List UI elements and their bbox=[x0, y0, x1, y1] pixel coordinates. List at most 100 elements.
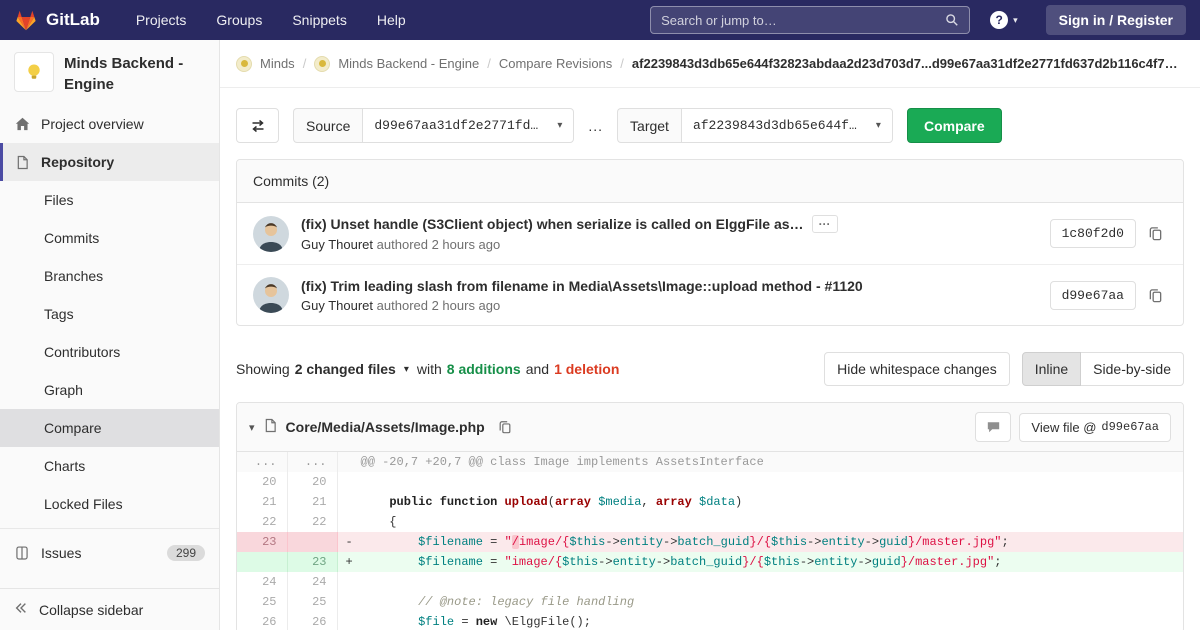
toggle-comments-button[interactable] bbox=[975, 412, 1012, 442]
breadcrumb-group[interactable]: Minds bbox=[260, 56, 295, 71]
sidebar-item-contributors[interactable]: Contributors bbox=[0, 333, 219, 371]
copy-sha-button[interactable] bbox=[1144, 222, 1167, 245]
nav-groups[interactable]: Groups bbox=[202, 6, 276, 34]
chevron-down-icon[interactable]: ▾ bbox=[404, 364, 409, 375]
changed-files-dropdown[interactable]: 2 changed files bbox=[295, 361, 396, 377]
nav-help[interactable]: Help bbox=[363, 6, 420, 34]
sidebar-item-issues[interactable]: Issues 299 bbox=[0, 534, 219, 572]
side-by-side-view-button[interactable]: Side-by-side bbox=[1080, 352, 1184, 386]
commits-panel-header: Commits (2) bbox=[237, 160, 1183, 203]
diff-sign: - bbox=[345, 535, 353, 549]
collapse-label: Collapse sidebar bbox=[39, 601, 144, 618]
old-line-number[interactable]: 23 bbox=[237, 532, 288, 552]
line-content bbox=[337, 472, 1183, 492]
collapse-sidebar-button[interactable]: Collapse sidebar bbox=[0, 588, 219, 630]
old-line-number[interactable]: 26 bbox=[237, 612, 288, 630]
old-line-number[interactable]: 24 bbox=[237, 572, 288, 592]
copy-file-path-button[interactable] bbox=[494, 416, 516, 438]
commits-panel: Commits (2) (fix) Unset handle (S3Client… bbox=[236, 159, 1184, 326]
diff-line: 20 20 bbox=[237, 472, 1183, 492]
project-context[interactable]: Minds Backend - Engine bbox=[0, 40, 219, 105]
search-icon bbox=[946, 14, 958, 26]
brand-text: GitLab bbox=[46, 10, 100, 29]
copy-sha-button[interactable] bbox=[1144, 284, 1167, 307]
commit-sha[interactable]: 1c80f2d0 bbox=[1049, 219, 1136, 248]
new-line-number[interactable]: 25 bbox=[287, 592, 338, 612]
range-separator: ... bbox=[588, 117, 604, 134]
compare-button[interactable]: Compare bbox=[906, 108, 1002, 143]
swap-revisions-button[interactable] bbox=[236, 108, 279, 143]
old-line-number[interactable] bbox=[237, 552, 288, 572]
new-line-number[interactable]: 23 bbox=[287, 552, 338, 572]
nav-snippets[interactable]: Snippets bbox=[278, 6, 360, 34]
old-line-number[interactable]: 25 bbox=[237, 592, 288, 612]
target-revision-dropdown[interactable]: af2239843d3db65e644f… ▾ bbox=[680, 108, 893, 143]
help-dropdown[interactable]: ? ▾ bbox=[990, 11, 1018, 29]
commit-row: (fix) Trim leading slash from filename i… bbox=[237, 264, 1183, 325]
sidebar-item-locked-files[interactable]: Locked Files bbox=[0, 485, 219, 523]
new-line-number[interactable]: 22 bbox=[287, 512, 338, 532]
view-file-label: View file @ bbox=[1031, 419, 1097, 435]
project-title: Minds Backend - Engine bbox=[64, 55, 184, 93]
search-input[interactable] bbox=[661, 12, 946, 28]
sidebar-item-compare[interactable]: Compare bbox=[0, 409, 219, 447]
old-line-number[interactable]: ... bbox=[237, 452, 288, 472]
sidebar-item-project-overview[interactable]: Project overview bbox=[0, 105, 219, 143]
view-file-button[interactable]: View file @ d99e67aa bbox=[1019, 412, 1171, 442]
sidebar-item-files[interactable]: Files bbox=[0, 181, 219, 219]
author-avatar[interactable] bbox=[253, 277, 289, 313]
commit-title[interactable]: (fix) Unset handle (S3Client object) whe… bbox=[301, 216, 804, 232]
line-content: { bbox=[337, 512, 1183, 532]
sidebar-item-charts[interactable]: Charts bbox=[0, 447, 219, 485]
diff-table-body: ...... @@ -20,7 +20,7 @@ class Image imp… bbox=[237, 452, 1183, 630]
gitlab-tanuki-icon bbox=[16, 10, 36, 30]
old-line-number[interactable]: 22 bbox=[237, 512, 288, 532]
swap-icon bbox=[251, 119, 264, 132]
new-line-number[interactable]: ... bbox=[287, 452, 338, 472]
source-revision-dropdown[interactable]: d99e67aa31df2e2771fd… ▾ bbox=[362, 108, 575, 143]
diff-line: 21 21 public function upload(array $media… bbox=[237, 492, 1183, 512]
inline-view-button[interactable]: Inline bbox=[1021, 352, 1082, 386]
question-circle-icon: ? bbox=[990, 11, 1009, 29]
old-line-number[interactable]: 20 bbox=[237, 472, 288, 492]
breadcrumb-compare-revisions[interactable]: Compare Revisions bbox=[499, 56, 612, 71]
diff-line: 23 - $filename = "/image/{$this->entity->… bbox=[237, 532, 1183, 552]
sidebar-item-commits[interactable]: Commits bbox=[0, 219, 219, 257]
author-avatar[interactable] bbox=[253, 215, 289, 252]
breadcrumb-project[interactable]: Minds Backend - Engine bbox=[338, 56, 479, 71]
sign-in-button[interactable]: Sign in / Register bbox=[1045, 5, 1186, 35]
sidebar-item-label: Issues bbox=[41, 545, 82, 561]
gitlab-logo[interactable]: GitLab bbox=[14, 9, 100, 32]
commit-authored-ago: authored 2 hours ago bbox=[376, 297, 501, 313]
sidebar-item-graph[interactable]: Graph bbox=[0, 371, 219, 409]
sidebar-item-branches[interactable]: Branches bbox=[0, 257, 219, 295]
view-file-sha: d99e67aa bbox=[1101, 420, 1159, 434]
sidebar-item-tags[interactable]: Tags bbox=[0, 295, 219, 333]
with-label: with bbox=[416, 361, 442, 377]
hide-whitespace-button[interactable]: Hide whitespace changes bbox=[824, 352, 1010, 386]
sidebar-item-repository[interactable]: Repository bbox=[0, 143, 219, 181]
search-box[interactable] bbox=[650, 6, 971, 34]
new-line-number[interactable]: 20 bbox=[287, 472, 338, 492]
new-line-number[interactable]: 24 bbox=[287, 572, 338, 592]
content-area: Source d99e67aa31df2e2771fd… ▾ ... Targe… bbox=[220, 108, 1200, 630]
collapse-diff-icon[interactable]: ▾ bbox=[249, 421, 255, 434]
new-line-number[interactable]: 26 bbox=[287, 612, 338, 630]
home-icon bbox=[14, 117, 30, 131]
commit-author[interactable]: Guy Thouret bbox=[301, 237, 373, 252]
file-path[interactable]: Core/Media/Assets/Image.php bbox=[286, 419, 485, 435]
new-line-number[interactable]: 21 bbox=[287, 492, 338, 512]
chevron-down-icon: ▾ bbox=[557, 120, 563, 131]
nav-projects[interactable]: Projects bbox=[122, 6, 201, 34]
old-line-number[interactable]: 21 bbox=[237, 492, 288, 512]
commit-sha[interactable]: d99e67aa bbox=[1049, 280, 1136, 310]
commit-authored-ago: authored 2 hours ago bbox=[376, 237, 501, 252]
commit-author[interactable]: Guy Thouret bbox=[301, 298, 373, 313]
additions-count: 8 additions bbox=[446, 361, 521, 377]
new-line-number[interactable] bbox=[287, 532, 338, 552]
commit-options-button[interactable]: ··· bbox=[811, 215, 838, 233]
diff-sign: + bbox=[345, 555, 353, 569]
deletions-count: 1 deletion bbox=[554, 361, 620, 377]
commit-meta: Guy Thouret authored 2 hours ago bbox=[301, 237, 1038, 252]
commit-title[interactable]: (fix) Trim leading slash from filename i… bbox=[301, 278, 863, 294]
